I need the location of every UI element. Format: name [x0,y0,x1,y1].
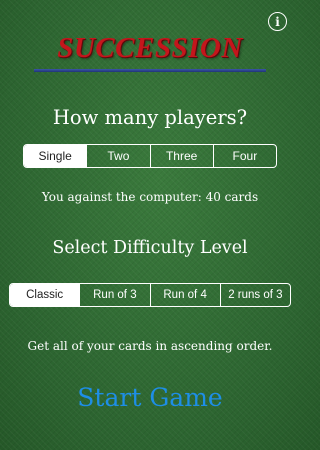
logo-text: Succession [57,32,243,64]
difficulty-option-2-runs-of-3[interactable]: 2 runs of 3 [219,284,290,306]
difficulty-option-run-of-3[interactable]: Run of 3 [79,284,149,306]
start-game-button[interactable]: Start Game [0,383,300,412]
players-segmented-control: Single Two Three Four [23,144,277,168]
app-logo: Succession [0,32,300,65]
logo-underline [34,69,266,72]
difficulty-description: Get all of your cards in ascending order… [27,339,273,353]
info-button[interactable]: i [268,12,287,31]
difficulty-heading: Select Difficulty Level [52,238,248,258]
difficulty-segmented-control: Classic Run of 3 Run of 4 2 runs of 3 [9,283,291,307]
difficulty-option-classic[interactable]: Classic [10,284,80,306]
players-option-four[interactable]: Four [212,145,276,167]
info-icon: i [275,14,280,29]
players-heading: How many players? [52,106,248,129]
players-option-three[interactable]: Three [149,145,213,167]
players-description: You against the computer: 40 cards [41,190,259,204]
players-option-two[interactable]: Two [86,145,149,167]
players-option-single[interactable]: Single [24,145,87,167]
difficulty-option-run-of-4[interactable]: Run of 4 [149,284,220,306]
